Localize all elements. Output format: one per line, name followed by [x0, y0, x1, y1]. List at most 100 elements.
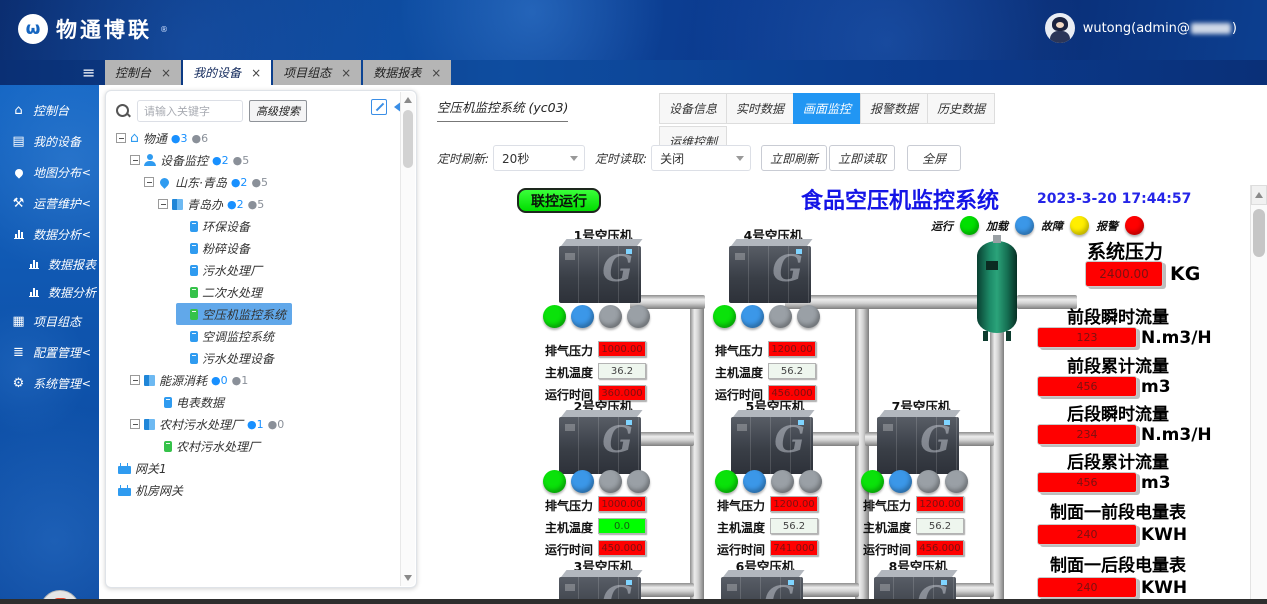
tools-icon: ⚒ [11, 196, 26, 211]
tree-node-device[interactable]: 污水处理厂 [114, 259, 268, 281]
map-pin-icon [11, 169, 26, 177]
collapse-icon[interactable] [158, 199, 168, 209]
front-total-flow-value: 456 [1037, 376, 1137, 397]
tab-device-info[interactable]: 设备信息 [659, 93, 727, 124]
sidebar: ⌂ 控制台 ▤ 我的设备 地图分布 < ⚒ 运营维护 < 数据分析 < [0, 85, 99, 604]
scroll-down-icon[interactable] [404, 575, 412, 581]
tree-node-device[interactable]: 电表数据 [114, 391, 230, 413]
alarm-light [797, 305, 820, 328]
refresh-now-button[interactable]: 立即刷新 [761, 145, 827, 171]
edit-icon[interactable] [371, 99, 387, 115]
rear-total-flow-unit: m3 [1141, 473, 1171, 493]
scroll-up-icon[interactable] [404, 97, 412, 103]
tab-label: 我的设备 [193, 64, 241, 81]
read-mode-select[interactable]: 关闭 [651, 145, 751, 171]
tree-node-group[interactable]: 农村污水处理厂 ●1 ●0 [114, 413, 290, 435]
window-tabbar: ≡ 控制台 × 我的设备 × 项目组态 × 数据报表 × [0, 60, 1267, 85]
close-icon[interactable]: × [341, 66, 351, 80]
scrollbar-thumb[interactable] [403, 110, 413, 168]
tab-data-report[interactable]: 数据报表 × [363, 60, 451, 85]
online-count: ●0 [211, 374, 228, 387]
tree-node-device[interactable]: 农村污水处理厂 [114, 435, 266, 457]
sidebar-item-my-devices[interactable]: ▤ 我的设备 [0, 126, 99, 157]
brand-name: 物通博联 [56, 14, 152, 44]
tree-node-root[interactable]: ⌂ 物通 ●3 ●6 [114, 127, 214, 149]
content-scrollbar[interactable] [1250, 185, 1267, 604]
air-tank [977, 241, 1017, 333]
tree-node-label: 电表数据 [176, 394, 224, 411]
tab-alarm-data[interactable]: 报警数据 [860, 93, 928, 124]
tab-screen-monitor[interactable]: 画面监控 [793, 93, 861, 124]
collapse-icon[interactable] [144, 177, 154, 187]
collapse-icon[interactable] [116, 133, 126, 143]
fullscreen-button[interactable]: 全屏 [907, 145, 961, 171]
tree-node-device[interactable]: 粉碎设备 [114, 237, 256, 259]
user-menu[interactable]: wutong(admin@ ) [1045, 13, 1237, 43]
read-now-button[interactable]: 立即读取 [829, 145, 895, 171]
refresh-interval-select[interactable]: 20秒 [493, 145, 585, 171]
tree-node-gateway[interactable]: 网关1 [114, 457, 173, 479]
front-inst-flow-value: 123 [1037, 327, 1137, 348]
tab-history-data[interactable]: 历史数据 [927, 93, 995, 124]
sidebar-item-project-config[interactable]: ▦ 项目组态 [0, 306, 99, 337]
registered-mark: ® [160, 25, 168, 34]
tree-node-label: 设备监控 [160, 152, 208, 169]
collapse-icon[interactable] [130, 155, 140, 165]
tree-node-device[interactable]: 空调监控系统 [114, 325, 280, 347]
close-icon[interactable]: × [431, 66, 441, 80]
sidebar-item-label: 控制台 [33, 102, 69, 119]
close-icon[interactable]: × [251, 66, 261, 80]
user-name-prefix: wutong(admin@ [1083, 21, 1190, 36]
status-lights [713, 305, 820, 328]
tree-node-group[interactable]: 能源消耗 ●0 ●1 [114, 369, 254, 391]
tree-node-device[interactable]: 环保设备 [114, 215, 256, 237]
alarm-light [799, 470, 822, 493]
scrollbar-thumb[interactable] [1253, 209, 1265, 257]
advanced-search-button[interactable]: 高级搜索 [249, 100, 307, 122]
sidebar-item-data-analysis[interactable]: 数据分析 < [0, 219, 99, 250]
scroll-up-icon[interactable] [1251, 185, 1267, 205]
menu-collapse-icon[interactable]: ≡ [82, 63, 95, 82]
sidebar-item-maintenance[interactable]: ⚒ 运营维护 < [0, 188, 99, 219]
rear-inst-flow-unit: N.m3/H [1141, 425, 1212, 445]
sidebar-item-label: 项目组态 [33, 313, 81, 330]
tab-project-config[interactable]: 项目组态 × [273, 60, 361, 85]
chevron-down-icon [736, 156, 744, 161]
tree-scrollbar[interactable] [400, 92, 415, 586]
tree-node-device[interactable]: 污水处理设备 [114, 347, 280, 369]
temp-value: 56.2 [770, 518, 818, 534]
sidebar-item-config-management[interactable]: ≣ 配置管理 < [0, 337, 99, 368]
run-light [713, 305, 736, 328]
tab-console[interactable]: 控制台 × [105, 60, 181, 85]
tree-node-group[interactable]: 设备监控 ●2 ●5 [114, 149, 255, 171]
collapse-icon[interactable] [130, 375, 140, 385]
collapse-icon[interactable] [130, 419, 140, 429]
close-icon[interactable]: × [161, 66, 171, 80]
sidebar-item-system-management[interactable]: ⚙ 系统管理 < [0, 368, 99, 399]
tree-node-office[interactable]: 青岛办 ●2 ●5 [114, 193, 270, 215]
taskbar-edge [0, 599, 1267, 604]
tree-node-region[interactable]: 山东·青岛 ●2 ●5 [114, 171, 274, 193]
tab-my-devices[interactable]: 我的设备 × [183, 60, 271, 85]
temp-value: 36.2 [598, 363, 646, 379]
compressor-image: G [559, 239, 641, 303]
system-pressure-value: 2400.00 [1085, 261, 1163, 287]
tree-node-label: 污水处理厂 [202, 262, 262, 279]
tab-realtime-data[interactable]: 实时数据 [726, 93, 794, 124]
tree-node-gateway[interactable]: 机房网关 [114, 479, 189, 501]
tab-label: 项目组态 [283, 64, 331, 81]
sidebar-subitem-data-analysis[interactable]: 数据分析 [0, 278, 99, 306]
tree-node-device[interactable]: 二次水处理 [114, 281, 268, 303]
fault-light [769, 305, 792, 328]
sidebar-item-console[interactable]: ⌂ 控制台 [0, 95, 99, 126]
online-count: ●1 [247, 418, 264, 431]
sidebar-item-map[interactable]: 地图分布 < [0, 157, 99, 188]
sidebar-item-label: 数据分析 [48, 284, 96, 301]
tree-node-device-selected[interactable]: 空压机监控系统 [176, 303, 292, 325]
run-light [861, 470, 884, 493]
pipe [635, 432, 694, 446]
offline-count: ●6 [192, 132, 209, 145]
linked-run-button[interactable]: 联控运行 [517, 188, 601, 213]
sidebar-subitem-data-report[interactable]: 数据报表 [0, 250, 99, 278]
search-input[interactable] [137, 100, 243, 122]
